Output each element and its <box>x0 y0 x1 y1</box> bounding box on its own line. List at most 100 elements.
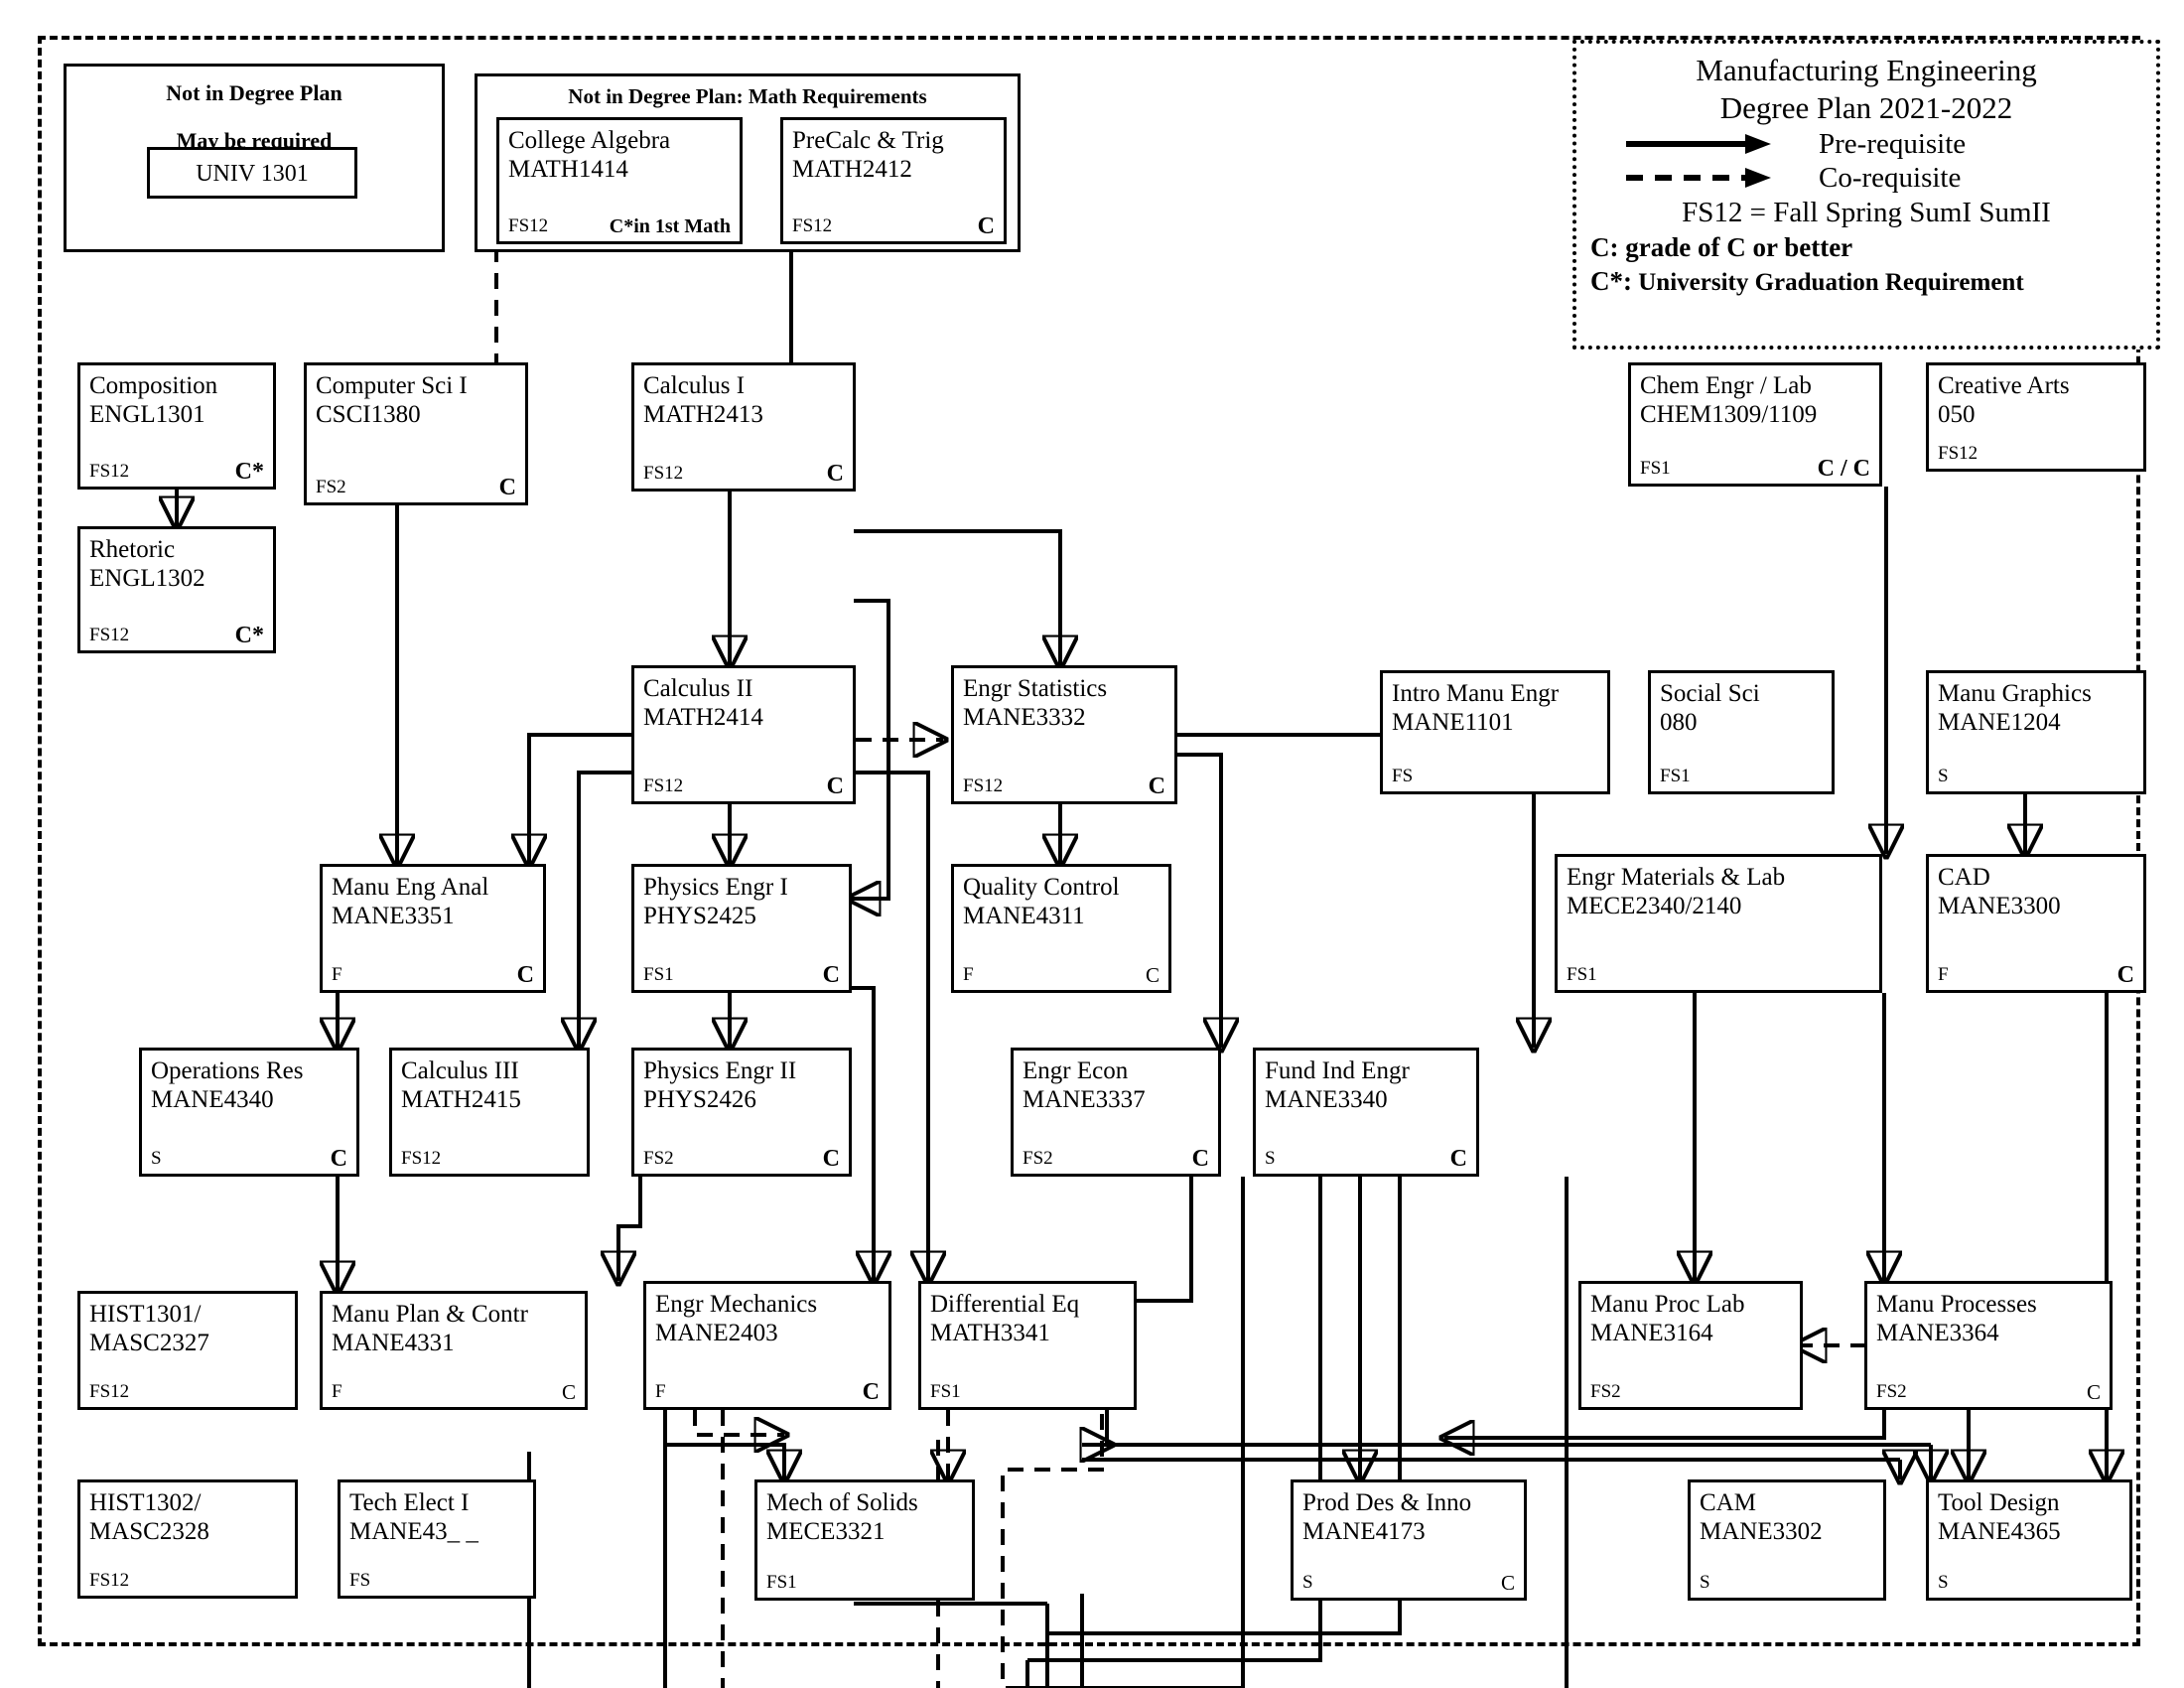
course-box-math3341[interactable]: Differential Eq MATH3341 FS1 <box>918 1281 1137 1410</box>
course-box-chem1309[interactable]: Chem Engr / Lab CHEM1309/1109 FS1 C / C <box>1628 362 1882 487</box>
course-box-hist1301[interactable]: HIST1301/ MASC2327 FS12 <box>77 1291 298 1410</box>
course-box-hist1302[interactable]: HIST1302/ MASC2328 FS12 <box>77 1479 298 1599</box>
course-code: MANE43_ _ <box>349 1518 478 1545</box>
course-title: Manu Proc Lab <box>1590 1291 1745 1318</box>
course-box-mane3340[interactable]: Fund Ind Engr MANE3340 S C <box>1253 1048 1479 1177</box>
course-box-univ1301[interactable]: UNIV 1301 <box>147 147 357 199</box>
course-grade: C <box>516 962 534 988</box>
course-term: FS12 <box>89 1570 130 1591</box>
course-footer: FS2 C <box>1023 1147 1209 1171</box>
course-title: Creative Arts <box>1938 372 2070 399</box>
course-footer: S <box>1700 1572 1874 1594</box>
course-title: Differential Eq <box>930 1291 1080 1318</box>
course-title: Engr Econ <box>1023 1057 1129 1084</box>
group-not-in-degree-plan-label-1: Not in Degree Plan <box>166 80 342 105</box>
course-term: F <box>332 1381 342 1402</box>
course-footer: FS12 <box>89 1570 286 1592</box>
course-box-math2413[interactable]: Calculus I MATH2413 FS12 C <box>631 362 856 492</box>
course-box-mane4173[interactable]: Prod Des & Inno MANE4173 S C <box>1291 1479 1527 1601</box>
course-term: FS1 <box>930 1381 961 1402</box>
course-box-phys2425[interactable]: Physics Engr I PHYS2425 FS1 C <box>631 864 852 993</box>
course-box-mece2340[interactable]: Engr Materials & Lab MECE2340/2140 FS1 <box>1555 854 1882 993</box>
course-box-engl1301[interactable]: Composition ENGL1301 FS12 C* <box>77 362 276 490</box>
course-code: MANE3337 <box>1023 1086 1146 1113</box>
course-box-math2414[interactable]: Calculus II MATH2414 FS12 C <box>631 665 856 804</box>
course-title: Social Sci <box>1660 680 1760 707</box>
course-footer: F C <box>1938 963 2134 987</box>
course-title: Calculus III <box>401 1057 519 1084</box>
course-code: MANE4365 <box>1938 1518 2061 1545</box>
course-term: FS12 <box>643 463 684 484</box>
course-box-mane3364[interactable]: Manu Processes MANE3364 FS2 C <box>1864 1281 2113 1410</box>
course-box-math2412[interactable]: PreCalc & Trig MATH2412 FS12 C <box>780 117 1007 244</box>
course-code: MANE3164 <box>1590 1320 1713 1346</box>
course-title: College Algebra <box>508 127 671 154</box>
course-code: MATH2413 <box>643 401 763 428</box>
course-box-social-sci[interactable]: Social Sci 080 FS1 <box>1648 670 1835 794</box>
course-term: FS2 <box>1023 1148 1053 1169</box>
course-box-phys2426[interactable]: Physics Engr II PHYS2426 FS2 C <box>631 1048 852 1177</box>
legend-grade-cstar-key: C*: University Graduation Requirement <box>1576 264 2024 300</box>
course-footer: FS12 C <box>792 214 995 238</box>
course-box-mece3321[interactable]: Mech of Solids MECE3321 FS1 <box>754 1479 975 1601</box>
course-term: FS1 <box>1567 964 1597 985</box>
course-footer: FS2 C <box>1876 1381 2101 1403</box>
course-box-mane4311[interactable]: Quality Control MANE4311 F C <box>951 864 1171 993</box>
course-box-mane1101[interactable]: Intro Manu Engr MANE1101 FS <box>1380 670 1610 794</box>
course-box-mane2403[interactable]: Engr Mechanics MANE2403 F C <box>643 1281 891 1410</box>
course-footer: FS2 C <box>643 1146 840 1172</box>
course-box-mane3164[interactable]: Manu Proc Lab MANE3164 FS2 <box>1578 1281 1803 1410</box>
course-term: FS12 <box>401 1148 442 1169</box>
course-term: FS12 <box>89 625 130 645</box>
course-box-mane3300[interactable]: CAD MANE3300 F C <box>1926 854 2146 993</box>
course-box-tech-elect-1[interactable]: Tech Elect I MANE43_ _ FS <box>338 1479 536 1599</box>
course-box-mane4365[interactable]: Tool Design MANE4365 S <box>1926 1479 2132 1601</box>
legend-coreq-label: Co-requisite <box>1819 162 1962 194</box>
course-box-math1414[interactable]: College Algebra MATH1414 FS12 C*in 1st M… <box>496 117 743 244</box>
legend-term-key: FS12 = Fall Spring SumI SumII <box>1682 197 2051 228</box>
course-footer: FS12 C <box>643 774 844 798</box>
legend-grade-c-key: C: grade of C or better <box>1590 232 1853 262</box>
course-footer: FS1 <box>930 1381 1125 1403</box>
course-box-mane3302[interactable]: CAM MANE3302 S <box>1688 1479 1886 1601</box>
course-term: FS12 <box>963 775 1004 796</box>
course-term: FS12 <box>792 215 833 236</box>
course-box-mane3351[interactable]: Manu Eng Anal MANE3351 F C <box>320 864 546 993</box>
course-footer: FS12 <box>89 1381 286 1403</box>
course-box-math2415[interactable]: Calculus III MATH2415 FS12 <box>389 1048 590 1177</box>
course-term: FS12 <box>1938 443 1979 464</box>
course-footer: FS1 C / C <box>1640 457 1870 481</box>
course-box-engl1302[interactable]: Rhetoric ENGL1302 FS12 C* <box>77 526 276 653</box>
course-box-mane3332[interactable]: Engr Statistics MANE3332 FS12 C <box>951 665 1177 804</box>
course-grade: C <box>498 475 516 500</box>
course-footer: S <box>1938 766 2134 787</box>
course-footer: FS <box>349 1570 524 1592</box>
course-box-csci1380[interactable]: Computer Sci I CSCI1380 FS2 C <box>304 362 528 505</box>
course-code: MANE4340 <box>151 1086 274 1113</box>
course-term: S <box>151 1148 162 1169</box>
course-code: PHYS2426 <box>643 1086 756 1113</box>
course-box-mane3337[interactable]: Engr Econ MANE3337 FS2 C <box>1011 1048 1221 1177</box>
course-code: MANE3364 <box>1876 1320 1999 1346</box>
course-title: Manu Processes <box>1876 1291 2037 1318</box>
legend-coreq-row: Co-requisite <box>1576 161 2156 195</box>
course-code: MANE4311 <box>963 903 1085 929</box>
course-title: Mech of Solids <box>766 1489 918 1516</box>
course-code: MANE2403 <box>655 1320 778 1346</box>
course-footer: FS12 C <box>963 774 1165 798</box>
course-title: Manu Plan & Contr <box>332 1301 528 1328</box>
course-term: FS12 <box>89 461 130 482</box>
course-footer: FS1 <box>1567 964 1870 986</box>
course-box-mane1204[interactable]: Manu Graphics MANE1204 S <box>1926 670 2146 794</box>
course-grade: C <box>822 1146 840 1172</box>
course-box-creative-arts[interactable]: Creative Arts 050 FS12 <box>1926 362 2146 472</box>
course-code: MATH1414 <box>508 156 628 183</box>
course-term: F <box>655 1381 666 1402</box>
course-footer: FS2 C <box>316 475 516 500</box>
course-grade: C* <box>234 623 264 648</box>
course-term: S <box>1302 1572 1313 1593</box>
legend-prereq-row: Pre-requisite <box>1576 127 2156 161</box>
course-footer: FS <box>1392 766 1598 787</box>
course-box-mane4340[interactable]: Operations Res MANE4340 S C <box>139 1048 359 1177</box>
course-box-mane4331[interactable]: Manu Plan & Contr MANE4331 F C <box>320 1291 588 1410</box>
